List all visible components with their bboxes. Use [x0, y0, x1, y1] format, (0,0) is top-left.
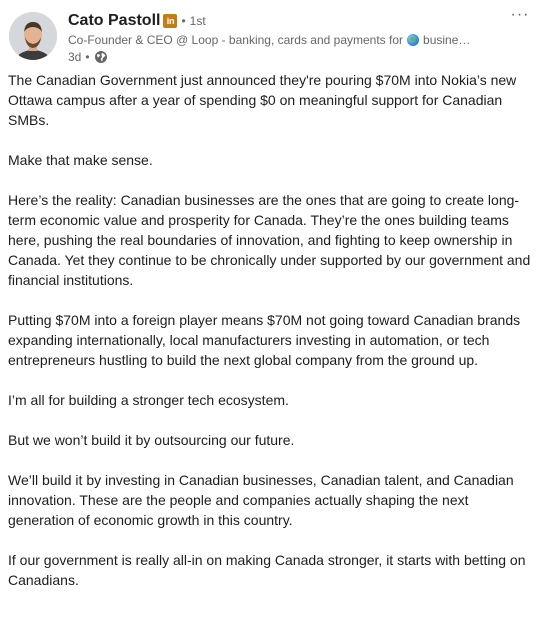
post-timestamp: 3d — [68, 50, 82, 64]
post-body: The Canadian Government just announced t… — [8, 70, 534, 610]
post-paragraph: We’ll build it by investing in Canadian … — [8, 472, 514, 528]
degree-separator: • — [181, 14, 186, 28]
post-paragraph: Here’s the reality: Canadian businesses … — [8, 192, 531, 288]
author-info: Cato Pastoll in • 1st Co-Founder & CEO @… — [68, 10, 508, 66]
feed-post: Cato Pastoll in • 1st Co-Founder & CEO @… — [0, 0, 542, 617]
author-headline: Co-Founder & CEO @ Loop - banking, cards… — [68, 32, 493, 48]
headline-text-end: busine… — [423, 33, 471, 47]
post-paragraph: The Canadian Government just announced t… — [8, 72, 517, 128]
connection-degree: 1st — [189, 14, 206, 28]
post-header: Cato Pastoll in • 1st Co-Founder & CEO @… — [8, 7, 534, 66]
post-meta: 3d • — [68, 48, 508, 66]
post-paragraph: But we won’t build it by outsourcing our… — [8, 432, 295, 448]
post-paragraph: Make that make sense. — [8, 152, 153, 168]
linkedin-premium-icon: in — [163, 14, 178, 28]
more-options-icon[interactable]: ··· — [508, 7, 532, 28]
post-paragraph: I’m all for building a stronger tech eco… — [8, 392, 289, 408]
public-globe-icon — [94, 50, 108, 64]
author-avatar[interactable] — [9, 12, 57, 60]
headline-text: Co-Founder & CEO @ Loop - banking, cards… — [68, 33, 404, 47]
globe-emoji-icon — [407, 34, 420, 46]
post-paragraph: Putting $70M into a foreign player means… — [8, 312, 521, 368]
time-separator: • — [85, 50, 90, 64]
avatar-image — [9, 12, 57, 60]
post-paragraph: If our government is really all-in on ma… — [8, 552, 526, 588]
author-name[interactable]: Cato Pastoll — [68, 12, 160, 30]
author-name-line: Cato Pastoll in • 1st — [68, 10, 508, 32]
